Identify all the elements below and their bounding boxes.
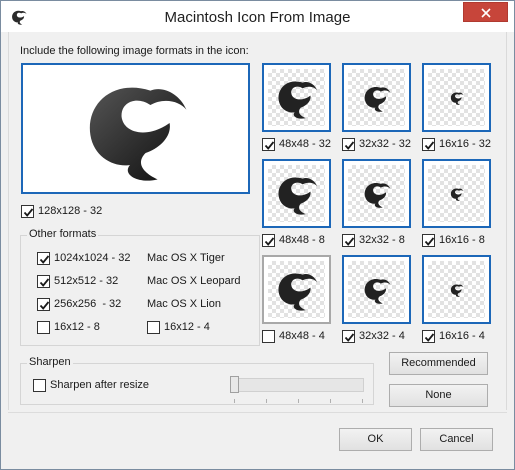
format-checkbox[interactable] — [422, 234, 435, 247]
preview-128[interactable] — [21, 63, 250, 194]
dialog-content: Include the following image formats in t… — [8, 32, 507, 410]
checkmark-icon — [39, 301, 50, 310]
format-checkbox[interactable] — [342, 234, 355, 247]
checkmark-icon — [39, 255, 50, 264]
none-button[interactable]: None — [389, 384, 488, 407]
sharpen-checkbox[interactable] — [33, 379, 46, 392]
preview-tile[interactable] — [422, 159, 491, 228]
ok-button[interactable]: OK — [339, 428, 412, 451]
format-checkbox-label: 48x48 - 8 — [279, 234, 325, 246]
checkmark-icon — [344, 141, 355, 150]
os-note: Mac OS X Lion — [147, 298, 221, 310]
checkbox-16x12-8[interactable] — [37, 321, 50, 334]
checkmark-icon — [424, 237, 435, 246]
format-checkbox[interactable] — [342, 330, 355, 343]
preview-tile[interactable] — [342, 159, 411, 228]
format-checkbox[interactable] — [422, 330, 435, 343]
format-checkbox-label: 48x48 - 4 — [279, 330, 325, 342]
format-checkbox[interactable] — [262, 138, 275, 151]
checkmark-icon — [344, 237, 355, 246]
os-note: Mac OS X Leopard — [147, 275, 241, 287]
format-checkbox-label: 48x48 - 32 — [279, 138, 331, 150]
checkmark-icon — [264, 237, 275, 246]
format-checkbox[interactable] — [262, 234, 275, 247]
preview-tile[interactable] — [342, 63, 411, 132]
format-checkbox-label: 16x16 - 8 — [439, 234, 485, 246]
preview-tile[interactable] — [422, 63, 491, 132]
preview-tile[interactable] — [342, 255, 411, 324]
format-checkbox-label: 16x16 - 32 — [439, 138, 491, 150]
checkbox-label: 1024x1024 - 32 — [54, 252, 131, 264]
checkbox-label: 16x12 - 4 — [164, 321, 210, 333]
cancel-button[interactable]: Cancel — [420, 428, 493, 451]
preview-tile[interactable] — [262, 159, 331, 228]
app-logo-icon — [278, 176, 317, 215]
app-logo-icon — [364, 278, 390, 304]
checkbox-16x12-4[interactable] — [147, 321, 160, 334]
window-title: Macintosh Icon From Image — [164, 9, 351, 26]
sharpen-title: Sharpen — [27, 356, 73, 368]
app-logo-icon — [364, 182, 390, 208]
title-bar[interactable]: Macintosh Icon From Image — [1, 1, 514, 32]
app-logo-icon — [89, 87, 186, 181]
instructions-label: Include the following image formats in t… — [20, 45, 249, 57]
other-formats-title: Other formats — [27, 228, 99, 240]
checkmark-icon — [39, 278, 50, 287]
dialog-window: Macintosh Icon From Image Include the fo… — [0, 0, 515, 470]
app-logo-icon — [278, 272, 317, 311]
checkbox-512x512-32[interactable] — [37, 275, 50, 288]
format-checkbox-label: 32x32 - 8 — [359, 234, 405, 246]
preview-tile[interactable] — [422, 255, 491, 324]
checkmark-icon — [424, 333, 435, 342]
sharpen-slider[interactable] — [230, 378, 364, 392]
checkmark-icon — [424, 141, 435, 150]
close-icon — [481, 8, 491, 18]
format-checkbox[interactable] — [422, 138, 435, 151]
app-logo-icon — [450, 187, 464, 201]
checkmark-icon — [344, 333, 355, 342]
checkbox-128x128-32[interactable] — [21, 205, 34, 218]
checkmark-icon — [264, 141, 275, 150]
format-checkbox-label: 32x32 - 4 — [359, 330, 405, 342]
app-logo-icon — [364, 86, 390, 112]
checkbox-label: 512x512 - 32 — [54, 275, 119, 287]
close-button[interactable] — [463, 2, 508, 22]
recommended-button[interactable]: Recommended — [389, 352, 488, 375]
format-checkbox-label: 32x32 - 32 — [359, 138, 411, 150]
preview-tile[interactable] — [262, 63, 331, 132]
sharpen-slider-thumb[interactable] — [230, 376, 239, 393]
app-logo-icon — [450, 283, 464, 297]
os-note: Mac OS X Tiger — [147, 252, 225, 264]
sharpen-checkbox-label: Sharpen after resize — [50, 379, 150, 391]
checkmark-icon — [23, 208, 34, 217]
checkbox-256x256-32[interactable] — [37, 298, 50, 311]
checkbox-label: 128x128 - 32 — [38, 205, 103, 217]
preview-tile[interactable] — [262, 255, 331, 324]
checkbox-label: 16x12 - 8 — [54, 321, 100, 333]
checkbox-label: 256x256 - 32 — [54, 298, 122, 310]
format-checkbox[interactable] — [262, 330, 275, 343]
app-logo-icon — [450, 91, 464, 105]
format-checkbox[interactable] — [342, 138, 355, 151]
app-logo-icon — [278, 80, 317, 119]
format-checkbox-label: 16x16 - 4 — [439, 330, 485, 342]
checkbox-1024x1024-32[interactable] — [37, 252, 50, 265]
dialog-footer: OK Cancel — [8, 412, 507, 464]
